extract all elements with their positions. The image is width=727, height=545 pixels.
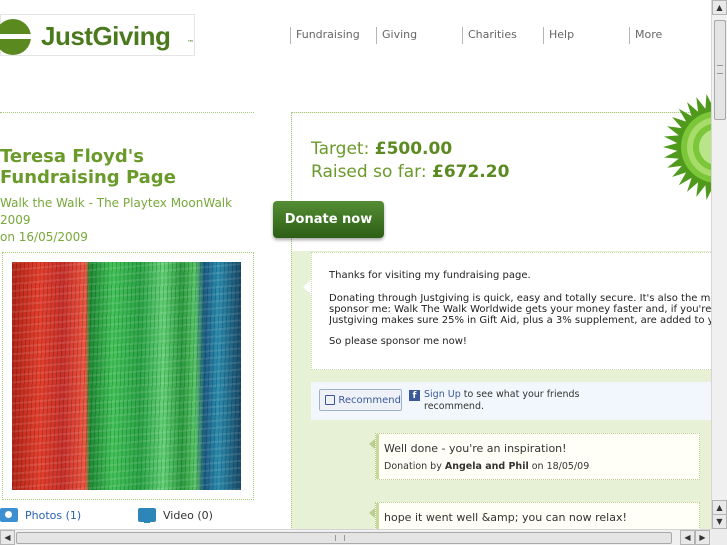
donate-now-button[interactable]: Donate now <box>273 201 384 238</box>
donation-item: Well done - you're an inspiration! Donat… <box>375 433 700 480</box>
nav-item-fundraising[interactable]: Fundraising <box>290 27 376 44</box>
scroll-right-button[interactable]: ▶ <box>695 530 710 545</box>
scroll-up-button[interactable]: ▲ <box>712 500 727 515</box>
nav-item-more[interactable]: More <box>629 27 689 44</box>
event-name: Walk the Walk - The Playtex MoonWalk 200… <box>0 196 233 227</box>
page-viewport: JustGiving ™ Fundraising Giving Charitie… <box>0 0 711 529</box>
donation-bar <box>376 434 379 479</box>
donation-message: Well done - you're an inspiration! <box>384 442 567 455</box>
photos-link[interactable]: Photos (1) <box>0 508 81 522</box>
thumbs-up-icon <box>325 395 336 405</box>
message-line: Justgiving makes sure 25% in Gift Aid, p… <box>329 315 711 326</box>
donation-message: hope it went well &amp; you can now rela… <box>384 511 627 524</box>
justgiving-logo[interactable]: JustGiving ™ <box>0 14 195 56</box>
divider <box>0 112 254 113</box>
scroll-down-button[interactable]: ▼ <box>712 514 727 529</box>
donation-item: hope it went well &amp; you can now rela… <box>375 502 700 529</box>
page-title: Teresa Floyd's Fundraising Page <box>0 146 176 188</box>
donor-name: Angela and Phil <box>444 461 529 472</box>
donation-by-prefix: Donation by <box>384 461 445 472</box>
logo-text: JustGiving <box>41 21 171 51</box>
scrollbar-corner <box>711 529 727 545</box>
vertical-scrollbar[interactable]: ▲ ▲ ▼ <box>711 0 727 529</box>
horizontal-scrollbar[interactable]: ◀ ◀ ▶ <box>0 529 711 545</box>
target-amount: £500.00 <box>374 139 453 159</box>
video-label: Video (0) <box>163 508 213 522</box>
event-date: on 16/05/2009 <box>0 230 88 244</box>
facebook-icon: f <box>409 390 420 401</box>
signup-link[interactable]: Sign Up <box>424 389 461 400</box>
video-icon <box>138 508 156 523</box>
scroll-left-button[interactable]: ◀ <box>680 530 695 545</box>
message-line: So please sponsor me now! <box>329 336 467 347</box>
top-navigation: Fundraising Giving Charities Help More <box>290 27 689 45</box>
scroll-left-button[interactable]: ◀ <box>0 530 15 545</box>
nav-item-giving[interactable]: Giving <box>376 27 462 44</box>
donation-bar <box>376 503 379 529</box>
camera-icon <box>0 508 18 522</box>
facebook-recommend-box: Recommend f Sign Up to see what your fri… <box>311 382 711 420</box>
fundraising-message: Thanks for visiting my fundraising page.… <box>311 252 711 370</box>
message-line: Thanks for visiting my fundraising page. <box>329 270 531 281</box>
target-line: Target: £500.00 <box>311 139 452 159</box>
logo-trademark: ™ <box>187 39 194 47</box>
scroll-up-button[interactable]: ▲ <box>712 0 727 15</box>
media-links: Photos (1) Video (0) <box>0 508 254 526</box>
signup-text: Sign Up to see what your friends recomme… <box>424 389 599 413</box>
raised-amount: £672.20 <box>431 162 510 182</box>
fundraiser-photo[interactable] <box>12 262 241 490</box>
nav-item-help[interactable]: Help <box>543 27 629 44</box>
donation-byline: Donation by Angela and Phil on 18/05/09 <box>384 461 589 472</box>
raised-label: Raised so far: <box>311 162 427 182</box>
donation-date: on 18/05/09 <box>528 461 590 472</box>
vertical-scroll-thumb[interactable] <box>714 20 726 120</box>
message-line: Donating through Justgiving is quick, ea… <box>329 293 711 304</box>
target-label: Target: <box>311 139 370 159</box>
horizontal-scroll-thumb[interactable] <box>16 532 672 544</box>
message-line: sponsor me: Walk The Walk Worldwide gets… <box>329 304 711 315</box>
starburst-badge-icon <box>663 94 711 200</box>
video-link[interactable]: Video (0) <box>138 508 213 523</box>
nav-item-charities[interactable]: Charities <box>462 27 543 44</box>
raised-line: Raised so far: £672.20 <box>311 162 509 182</box>
photos-label: Photos (1) <box>25 508 82 522</box>
photo-frame <box>2 252 254 500</box>
logo-mark-icon <box>0 19 31 55</box>
recommend-button[interactable]: Recommend <box>319 389 402 411</box>
recommend-label: Recommend <box>338 394 401 406</box>
